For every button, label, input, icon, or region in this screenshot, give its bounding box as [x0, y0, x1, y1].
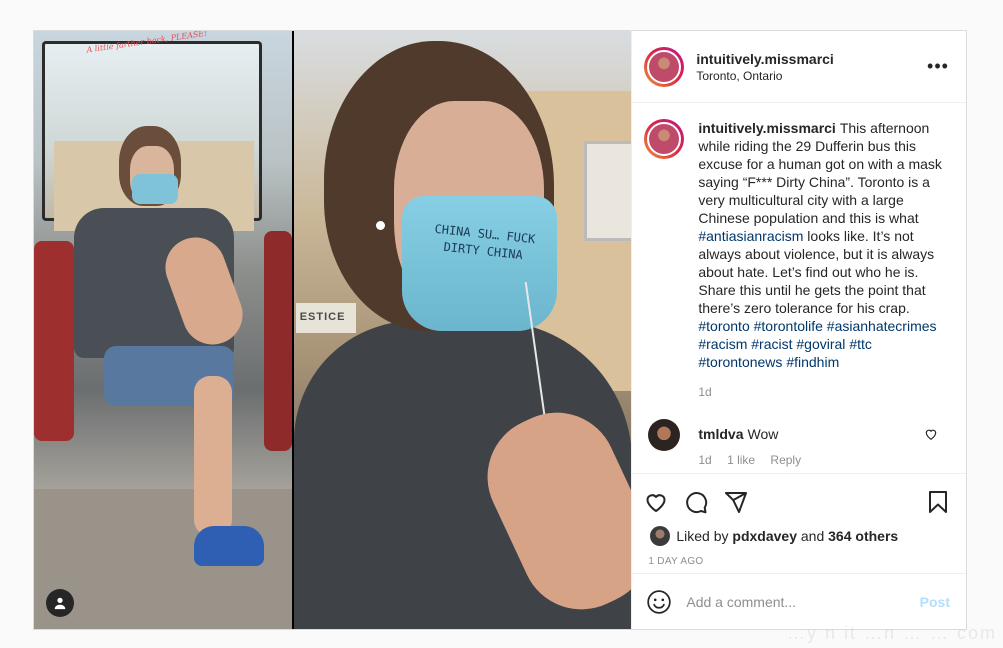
comment-input[interactable]	[686, 593, 920, 610]
bus-seat-right	[263, 231, 292, 451]
man-mask	[132, 174, 178, 204]
comment-text: Wow	[747, 426, 779, 442]
store-sign: ESTICE	[295, 303, 356, 333]
man-figure	[64, 126, 264, 576]
earbud	[375, 221, 385, 230]
bookmark-icon[interactable]	[910, 482, 950, 522]
author-username[interactable]: intuitively.missmarci	[696, 50, 926, 68]
post-side-panel: intuitively.missmarci Toronto, Ontario •…	[631, 31, 966, 629]
comment: tmldva Wow 1d 1 like Reply	[644, 419, 950, 469]
add-comment-bar: Post	[632, 573, 966, 629]
comment-icon[interactable]	[684, 482, 724, 522]
caption-text: This afternoon while riding the 29 Duffe…	[698, 120, 942, 370]
header-text: intuitively.missmarci Toronto, Ontario	[696, 50, 926, 84]
caption-age[interactable]: 1d	[698, 383, 950, 401]
hashtag-link[interactable]: #racism	[698, 336, 747, 352]
comment-username[interactable]: tmldva	[698, 426, 743, 442]
instagram-post: A little farther back, PLEASE! ESTICE CH…	[33, 30, 967, 630]
post-comment-button[interactable]: Post	[920, 594, 950, 610]
caption-body: intuitively.missmarci This afternoon whil…	[698, 119, 950, 419]
share-icon[interactable]	[724, 482, 764, 522]
comment-like-icon[interactable]	[924, 427, 938, 441]
liked-others[interactable]: 364 others	[828, 528, 898, 544]
hashtag-link[interactable]: #findhim	[786, 354, 839, 370]
post-date[interactable]: 1 DAY AGO	[648, 556, 950, 567]
liked-user[interactable]: pdxdavey	[732, 528, 797, 544]
emoji-icon[interactable]	[646, 589, 672, 615]
comment-age[interactable]: 1d	[698, 453, 711, 467]
likes-summary: Liked by pdxdavey and 364 others	[644, 526, 950, 546]
heart-icon[interactable]	[644, 482, 684, 522]
post-actions: Liked by pdxdavey and 364 others 1 DAY A…	[632, 473, 966, 573]
caption-avatar[interactable]	[644, 119, 685, 159]
hashtag-link[interactable]: #antiasianracism	[698, 228, 803, 244]
man-leg	[194, 376, 232, 536]
hashtag-link[interactable]: #goviral	[796, 336, 845, 352]
caption-username[interactable]: intuitively.missmarci	[698, 120, 835, 136]
user-tag-icon[interactable]	[46, 589, 74, 617]
hashtag-link[interactable]: #toronto	[698, 318, 749, 334]
comment-meta: 1d 1 like Reply	[698, 451, 924, 469]
avatar-image	[647, 49, 682, 84]
liked-prefix: Liked by	[676, 528, 729, 544]
hashtag-link[interactable]: #asianhatecrimes	[827, 318, 937, 334]
building-window	[583, 141, 632, 241]
comment-body: tmldva Wow 1d 1 like Reply	[698, 419, 924, 469]
comments-section[interactable]: intuitively.missmarci This afternoon whil…	[632, 103, 966, 473]
comment-reply[interactable]: Reply	[770, 453, 801, 467]
comment-avatar[interactable]	[648, 419, 681, 451]
caption: intuitively.missmarci This afternoon whil…	[644, 119, 950, 419]
watermark: …y n it …n … … com	[786, 623, 997, 643]
post-header: intuitively.missmarci Toronto, Ontario •…	[632, 31, 966, 103]
photo-left: A little farther back, PLEASE!	[34, 31, 292, 629]
hashtag-link[interactable]: #torontonews	[698, 354, 782, 370]
action-icons	[644, 482, 950, 522]
more-icon[interactable]: •••	[926, 55, 950, 79]
comment-likes[interactable]: 1 like	[727, 453, 755, 467]
photo-right: ESTICE CHINA SU… FUCK DIRTY CHINA	[293, 31, 632, 629]
author-avatar[interactable]	[644, 46, 685, 87]
liker-avatar[interactable]	[650, 526, 671, 546]
hashtag-link[interactable]: #racist	[751, 336, 792, 352]
liked-and: and	[800, 528, 825, 544]
avatar-image	[647, 122, 682, 156]
post-media[interactable]: A little farther back, PLEASE! ESTICE CH…	[34, 31, 632, 629]
post-location[interactable]: Toronto, Ontario	[696, 68, 926, 84]
man-shoe	[194, 526, 264, 566]
hashtag-link[interactable]: #ttc	[849, 336, 872, 352]
hashtag-link[interactable]: #torontolife	[754, 318, 823, 334]
